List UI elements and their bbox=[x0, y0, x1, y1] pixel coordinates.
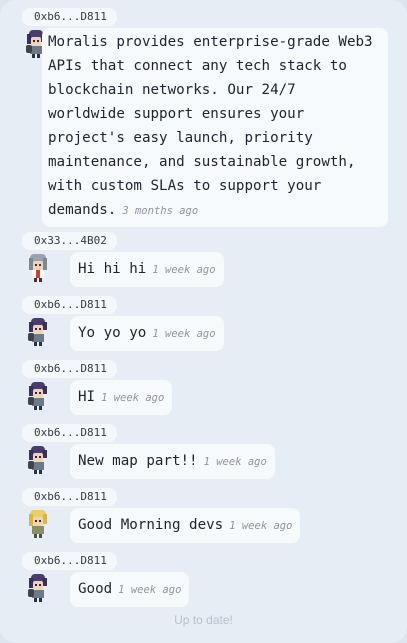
message-bubble: New map part!! 1 week ago bbox=[70, 444, 275, 479]
message-timestamp: 1 week ago bbox=[118, 584, 182, 596]
message-bubble: Good 1 week ago bbox=[70, 572, 190, 607]
message-bubble: Yo yo yo 1 week ago bbox=[70, 316, 224, 351]
message-timestamp: 1 week ago bbox=[152, 328, 216, 340]
purple-hair-character-icon[interactable] bbox=[24, 444, 52, 476]
message-text: Moralis provides enterprise-grade Web3 A… bbox=[48, 34, 373, 218]
sync-status: Up to date! bbox=[174, 613, 233, 627]
message-timestamp: 1 week ago bbox=[152, 264, 216, 276]
sender-address[interactable]: 0xb6...D811 bbox=[22, 488, 117, 506]
sender-address[interactable]: 0xb6...D811 bbox=[22, 424, 117, 442]
message-text: Good bbox=[78, 581, 113, 597]
message-timestamp: 1 week ago bbox=[229, 520, 293, 532]
message-bubble: Good Morning devs 1 week ago bbox=[70, 508, 301, 543]
message-timestamp: 1 week ago bbox=[101, 392, 165, 404]
message-bubble: Hi hi hi 1 week ago bbox=[70, 252, 224, 287]
blonde-hair-character-icon[interactable] bbox=[24, 508, 52, 540]
gray-hair-character-icon[interactable] bbox=[24, 252, 52, 284]
sender-address[interactable]: 0xb6...D811 bbox=[22, 552, 117, 570]
message-text: Hi hi hi bbox=[78, 261, 147, 277]
message-timestamp: 1 week ago bbox=[203, 456, 267, 468]
chat-panel: 0xb6...D811 Moralis provides enterprise-… bbox=[0, 0, 407, 643]
purple-hair-character-icon[interactable] bbox=[24, 572, 52, 604]
message-timestamp: 3 months ago bbox=[122, 205, 199, 217]
message-text: Good Morning devs bbox=[78, 517, 224, 533]
sender-address[interactable]: 0xb6...D811 bbox=[22, 8, 117, 26]
message-text: New map part!! bbox=[78, 453, 198, 469]
sender-address[interactable]: 0xb6...D811 bbox=[22, 360, 117, 378]
message-bubble: Moralis provides enterprise-grade Web3 A… bbox=[42, 28, 388, 227]
purple-hair-character-icon[interactable] bbox=[24, 380, 52, 412]
purple-hair-character-icon[interactable] bbox=[24, 316, 52, 348]
sender-address[interactable]: 0xb6...D811 bbox=[22, 296, 117, 314]
sender-address[interactable]: 0x33...4B02 bbox=[22, 232, 117, 250]
message-text: Yo yo yo bbox=[78, 325, 147, 341]
message-text: HI bbox=[78, 389, 96, 405]
message-bubble: HI 1 week ago bbox=[70, 380, 173, 415]
